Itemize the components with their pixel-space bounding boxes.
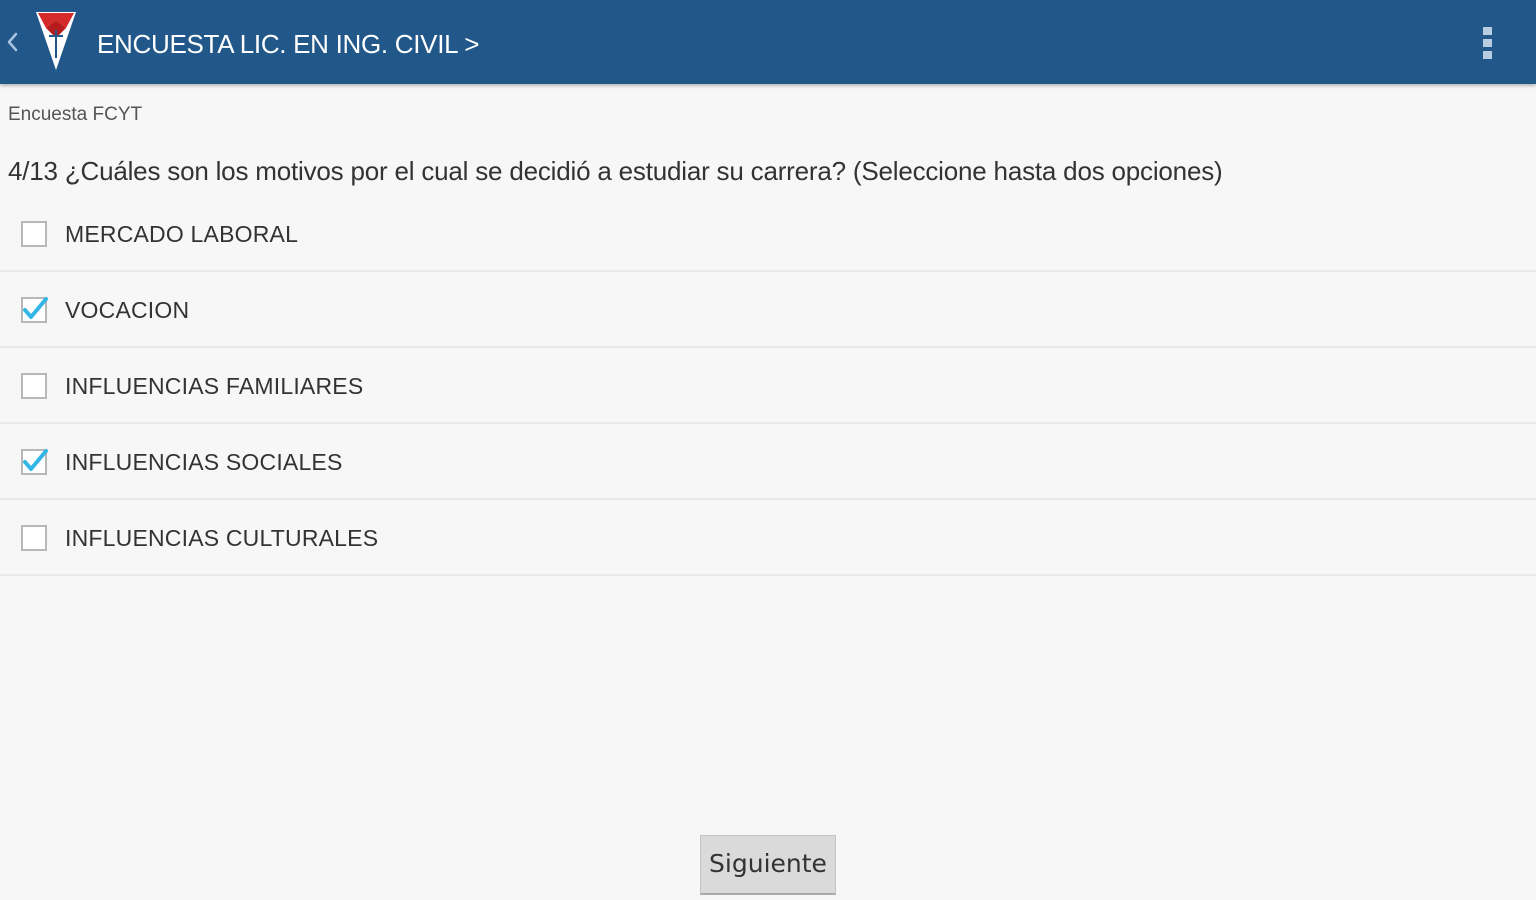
option-label: MERCADO LABORAL: [65, 221, 299, 247]
checkbox-unchecked-icon[interactable]: [20, 372, 48, 400]
checkbox-checked-icon[interactable]: [20, 296, 48, 324]
option-label: VOCACION: [65, 297, 190, 323]
checkbox-checked-icon[interactable]: [20, 448, 48, 476]
option-influencias-sociales[interactable]: INFLUENCIAS SOCIALES: [0, 424, 1536, 500]
university-logo-icon[interactable]: [32, 8, 80, 74]
option-label: INFLUENCIAS CULTURALES: [65, 525, 379, 551]
next-button[interactable]: Siguiente: [700, 835, 836, 895]
question-text: 4/13 ¿Cuáles son los motivos por el cual…: [8, 156, 1223, 186]
option-vocacion[interactable]: VOCACION: [0, 272, 1536, 348]
options-list: MERCADO LABORAL VOCACION INFLUENCIAS FAM…: [0, 196, 1536, 576]
chevron-left-icon[interactable]: [4, 28, 20, 56]
app-bar: ENCUESTA LIC. EN ING. CIVIL >: [0, 0, 1536, 84]
option-label: INFLUENCIAS SOCIALES: [65, 449, 343, 475]
app-title[interactable]: ENCUESTA LIC. EN ING. CIVIL >: [97, 27, 479, 61]
option-mercado-laboral[interactable]: MERCADO LABORAL: [0, 196, 1536, 272]
option-influencias-culturales[interactable]: INFLUENCIAS CULTURALES: [0, 500, 1536, 576]
overflow-menu-icon[interactable]: [1474, 24, 1502, 62]
option-influencias-familiares[interactable]: INFLUENCIAS FAMILIARES: [0, 348, 1536, 424]
checkbox-unchecked-icon[interactable]: [20, 524, 48, 552]
survey-subtitle: Encuesta FCYT: [8, 104, 143, 125]
checkbox-unchecked-icon[interactable]: [20, 220, 48, 248]
option-label: INFLUENCIAS FAMILIARES: [65, 373, 364, 399]
